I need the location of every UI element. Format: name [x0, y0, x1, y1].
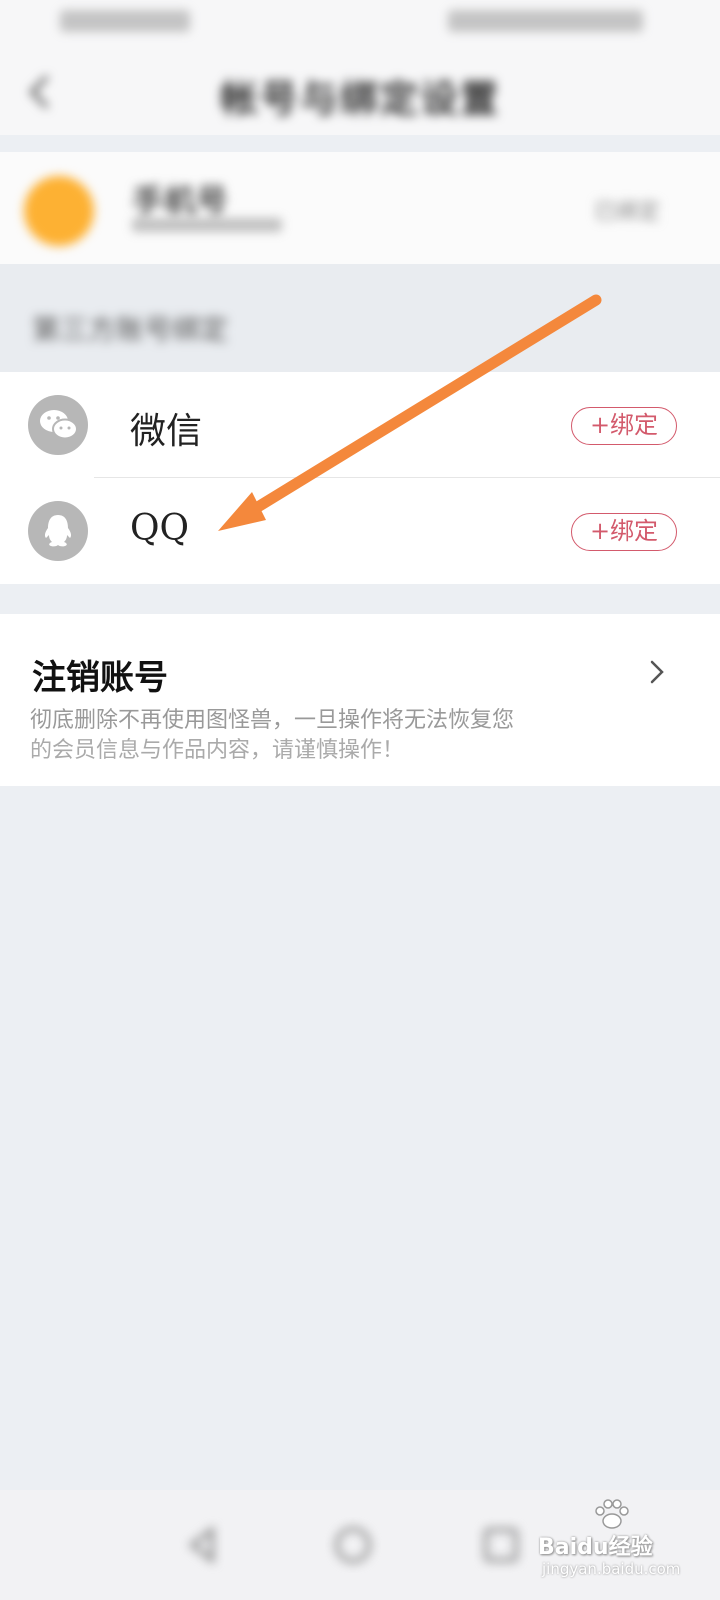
cancel-description-line1: 彻底删除不再使用图怪兽，一旦操作将无法恢复您 — [30, 708, 515, 733]
watermark-text: Baidu经验 — [538, 1535, 653, 1560]
wechat-icon — [28, 395, 88, 455]
cancel-account-row[interactable]: 注销账号 彻底删除不再使用图怪兽，一旦操作将无法恢复您 的会员信息与作品内容，请… — [0, 614, 720, 786]
binding-list: 微信 +绑定 QQ +绑定 — [0, 372, 720, 584]
phone-account-row[interactable]: 手机号 已绑定 — [0, 152, 720, 264]
section-title: 第三方账号绑定 — [32, 313, 229, 346]
nav-back-icon[interactable] — [176, 1518, 230, 1572]
wechat-label: 微信 — [130, 411, 203, 452]
nav-recent-icon[interactable] — [474, 1518, 528, 1572]
app-header: 帐号与绑定设置 — [0, 50, 720, 135]
list-item-qq[interactable]: QQ +绑定 — [0, 478, 720, 584]
bind-qq-button[interactable]: +绑定 — [571, 513, 677, 551]
bind-wechat-button[interactable]: +绑定 — [571, 407, 677, 445]
cancel-description-line2: 的会员信息与作品内容，请谨慎操作！ — [30, 738, 405, 763]
page-title: 帐号与绑定设置 — [219, 77, 500, 121]
qq-label: QQ — [130, 508, 190, 549]
status-right-indicators — [448, 10, 643, 32]
status-bar — [0, 0, 720, 50]
baidu-watermark: Baidu经验 — [538, 1493, 678, 1563]
cancel-account-title: 注销账号 — [32, 658, 168, 698]
paw-icon — [595, 1499, 629, 1529]
nav-home-icon[interactable] — [326, 1518, 380, 1572]
cancel-account-description: 彻底删除不再使用图怪兽，一旦操作将无法恢复您 的会员信息与作品内容，请谨慎操作！ — [30, 706, 590, 766]
list-item-wechat[interactable]: 微信 +绑定 — [0, 372, 720, 478]
chevron-right-icon — [650, 660, 664, 684]
qq-icon — [28, 501, 88, 561]
avatar — [24, 176, 94, 246]
watermark-url: jingyan.baidu.com — [542, 1560, 681, 1578]
account-status: 已绑定 — [593, 200, 660, 225]
account-number-redacted — [132, 218, 282, 232]
account-name: 手机号 — [132, 182, 229, 220]
status-left-indicators — [60, 10, 190, 32]
section-header: 第三方账号绑定 — [0, 264, 720, 372]
